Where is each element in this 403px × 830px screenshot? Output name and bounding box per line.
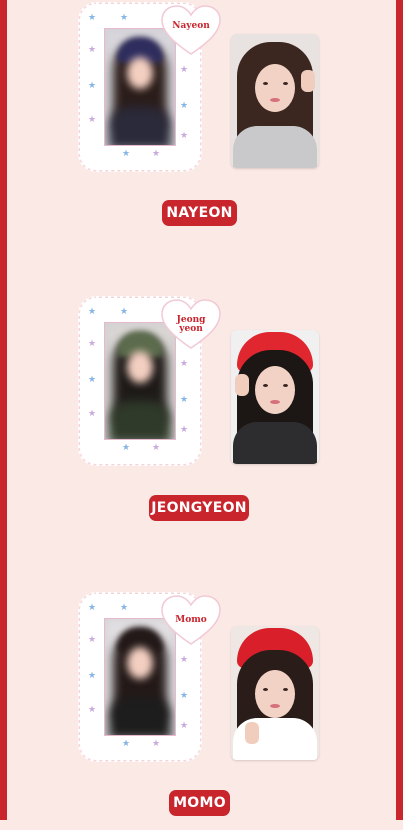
- star-icon: ★: [88, 409, 97, 419]
- member-photocard: [231, 34, 319, 168]
- member-photocard: [231, 330, 319, 464]
- star-icon: ★: [152, 739, 161, 749]
- star-icon: ★: [152, 149, 161, 159]
- star-icon: ★: [180, 721, 189, 731]
- member-photocard: [231, 626, 319, 760]
- star-icon: ★: [88, 45, 97, 55]
- member-section-momo: ★ ★ ★ ★ ★ ★ ★ ★ ★ ★ Momo MOMO: [0, 590, 403, 830]
- star-icon: ★: [88, 307, 97, 317]
- member-name-badge: MOMO: [169, 790, 230, 816]
- star-icon: ★: [122, 739, 131, 749]
- star-icon: ★: [180, 655, 189, 665]
- star-icon: ★: [120, 307, 129, 317]
- star-icon: ★: [88, 81, 97, 91]
- star-icon: ★: [88, 635, 97, 645]
- heart-name-label: Jeong yeon: [176, 315, 206, 334]
- star-icon: ★: [122, 149, 131, 159]
- star-icon: ★: [120, 603, 129, 613]
- star-icon: ★: [180, 425, 189, 435]
- star-icon: ★: [88, 375, 97, 385]
- star-icon: ★: [88, 339, 97, 349]
- star-icon: ★: [152, 443, 161, 453]
- heart-name-label: Momo: [175, 615, 207, 625]
- star-icon: ★: [180, 395, 189, 405]
- star-icon: ★: [88, 603, 97, 613]
- star-icon: ★: [180, 131, 189, 141]
- star-icon: ★: [88, 705, 97, 715]
- member-section-jeongyeon: ★ ★ ★ ★ ★ ★ ★ ★ ★ ★ Jeong yeon JEONGYEON: [0, 294, 403, 534]
- star-icon: ★: [180, 691, 189, 701]
- star-icon: ★: [180, 101, 189, 111]
- heart-name-label: Nayeon: [172, 21, 210, 31]
- member-name-badge: NAYEON: [162, 200, 237, 226]
- star-icon: ★: [120, 13, 129, 23]
- star-icon: ★: [180, 65, 189, 75]
- member-section-nayeon: ★ ★ ★ ★ ★ ★ ★ ★ ★ ★ Nayeon NAYEON: [0, 0, 403, 240]
- star-icon: ★: [122, 443, 131, 453]
- member-name-badge: JEONGYEON: [149, 495, 249, 521]
- star-icon: ★: [88, 671, 97, 681]
- star-icon: ★: [180, 359, 189, 369]
- star-icon: ★: [88, 115, 97, 125]
- star-icon: ★: [88, 13, 97, 23]
